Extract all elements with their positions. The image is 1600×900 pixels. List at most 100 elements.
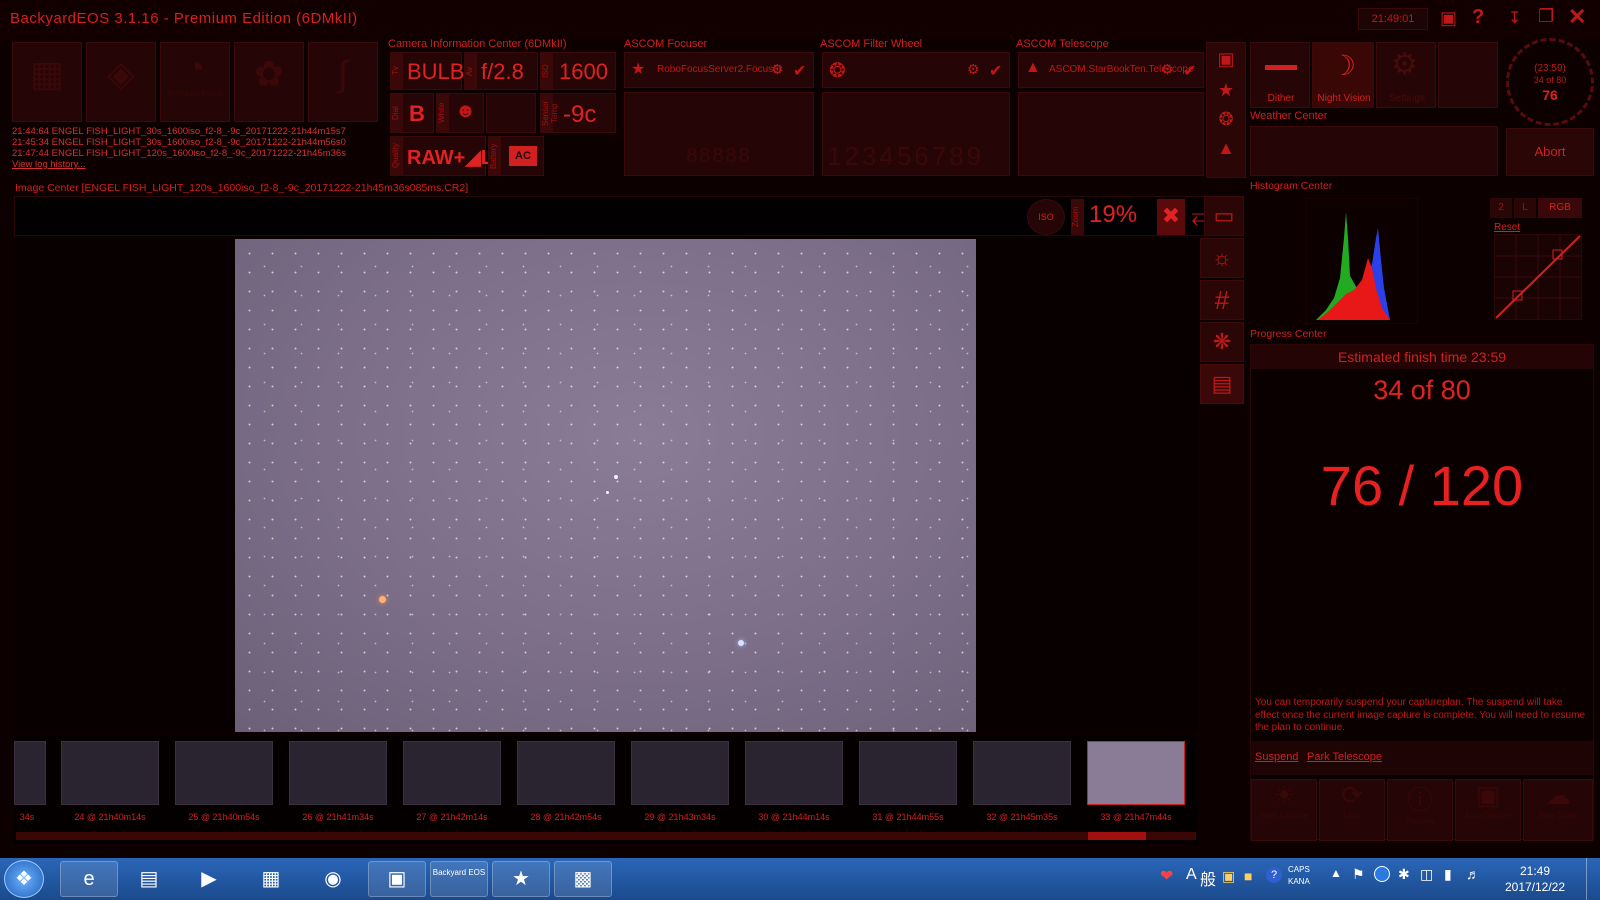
loop-button[interactable]: ⟳ Loop [1319,779,1385,841]
quality-tile[interactable]: Quality RAW+◢L [390,136,493,176]
filter-shortcut-icon[interactable]: ❂ [1207,109,1245,130]
camera-shortcut-icon[interactable]: ▣ [1207,49,1245,70]
action-center-icon[interactable]: ⚑ [1352,866,1365,883]
curve-editor[interactable] [1494,234,1582,320]
histogram-button-rgb[interactable]: RGB [1538,198,1582,218]
camera-icon[interactable]: ▣ [368,861,426,897]
shutter-tile[interactable]: Tv BULB [390,52,464,90]
notification-icon[interactable]: ❤ [1160,866,1173,886]
monitor-icon[interactable]: ▭ [1204,196,1244,236]
minimize-icon[interactable]: ↧ [1508,8,1521,28]
aperture-tile[interactable]: Av f/2.8 [464,52,538,90]
telescope-app-icon[interactable]: ★ [492,861,550,897]
toolbar-button-4[interactable]: ✿ [234,42,304,122]
toolbar-button-1[interactable]: ▦ [12,42,82,122]
night-vision-button[interactable]: ☽ Night Vision [1312,42,1374,108]
close-icon[interactable]: ✕ [1568,4,1586,30]
thumbnail[interactable] [859,741,957,805]
restore-icon[interactable]: ❐ [1538,6,1554,27]
thumbnail-scrollbar[interactable] [16,832,1196,840]
focuser-device-selector[interactable]: ★ RoboFocusServer2.Focuser ⚙ ✔ [624,52,814,88]
iso-tile[interactable]: ISO 1600 [540,52,616,90]
histogram-button-l[interactable]: L [1514,198,1536,218]
filter-wheel-selector[interactable]: ❂ ⚙ ✔ [822,52,1010,88]
internet-explorer-icon[interactable]: e [60,861,118,897]
toolbar-button-5[interactable]: ∫ [308,42,378,122]
dial-mode-tile[interactable]: Dial B [390,93,434,133]
focus-mask-icon[interactable]: ❋ [1200,322,1244,362]
thumbnail[interactable] [973,741,1071,805]
park-telescope-link[interactable]: Park Telescope [1307,751,1382,763]
thumbnail[interactable] [745,741,843,805]
sensor-temp-tile[interactable]: Sensor Temp -9c [540,93,616,133]
app-tray-icon[interactable] [1374,866,1390,882]
image-view-icon[interactable]: ▤ [1200,364,1244,404]
thumbnail[interactable] [403,741,501,805]
log-line: 21:47:44 ENGEL FISH_LIGHT_120s_1600iso_f… [12,148,346,159]
thumbnail[interactable] [289,741,387,805]
calculator-icon[interactable]: ▦ [242,861,300,897]
histogram-button-2[interactable]: 2 [1490,198,1512,218]
start-capture-button[interactable]: ☀ Start Capture [1251,779,1317,841]
ime-mode-kanji[interactable]: 般 [1200,866,1216,890]
ime-help-icon[interactable]: ? [1266,867,1282,883]
lock-icon[interactable]: ▣ [1440,8,1457,29]
start-orb-icon[interactable]: ❖ [4,860,44,898]
focuser-connect-icon[interactable]: ✔ [793,61,806,81]
histogram-reset-link[interactable]: Reset [1494,222,1520,233]
mask-icon[interactable]: ☼ [1200,238,1244,278]
thumbnail[interactable] [175,741,273,805]
captured-image[interactable] [235,239,976,732]
filter-slot-numbers: 123456789 [827,141,985,171]
filter-wheel-connect-icon[interactable]: ✔ [989,61,1002,81]
iso-badge-button[interactable]: ISO [1027,199,1065,235]
grid-icon[interactable]: # [1200,280,1244,320]
telescope-device-selector[interactable]: ▲ ASCOM.StarBookTen.Telescope ⚙ ✔ [1018,52,1204,88]
help-icon[interactable]: ? [1472,6,1484,29]
zoom-fit-icon[interactable]: ✖ [1157,199,1185,235]
thumbnail[interactable] [631,741,729,805]
backyard-eos-icon[interactable]: Backyard EOS [430,861,488,897]
scrollbar-thumb[interactable] [1088,832,1146,840]
weather-display [1250,126,1498,176]
settings-button[interactable]: ⚙ Settings [1376,42,1436,108]
bluetooth-icon[interactable]: ✱ [1398,866,1410,883]
thumbnail[interactable] [14,741,46,805]
dither-button[interactable]: Dither [1250,42,1310,108]
volume-icon[interactable]: ♬ [1466,866,1480,882]
telescope-connect-icon[interactable]: ✔ [1183,61,1196,81]
chrome-icon[interactable]: ◉ [304,861,362,897]
thumbnail-label: 30 @ 21h44m14s [758,812,830,822]
taskbar-time[interactable]: 21:49 [1490,864,1580,878]
filter-wheel-settings-icon[interactable]: ⚙ [967,61,980,78]
ime-tool-icon[interactable]: ▣ [1222,868,1235,885]
premium-focus-button[interactable]: ◔ Premium Focus [160,42,230,122]
camera-info-panel: Camera Information Center (6DMkII) Tv BU… [388,38,618,178]
telescope-shortcut-icon[interactable]: ▲ [1207,138,1245,159]
ime-mode-a[interactable]: A [1186,866,1197,884]
telescope-settings-icon[interactable]: ⚙ [1161,61,1174,78]
take-darks-button[interactable]: ☁ Take Darks [1523,779,1593,841]
thumbnail[interactable] [61,741,159,805]
focuser-settings-icon[interactable]: ⚙ [771,61,784,78]
zoom-value[interactable]: 19% [1089,201,1137,229]
ime-dict-icon[interactable]: ■ [1244,868,1252,884]
device-icon[interactable]: ◫ [1420,866,1433,883]
preview-button[interactable]: ⓘ Preview [1387,779,1453,841]
toolbar-button-2[interactable]: ◈ [86,42,156,122]
show-hidden-icons[interactable]: ▲ [1330,866,1342,880]
abort-button[interactable]: Abort [1506,128,1594,176]
show-desktop-button[interactable] [1586,858,1600,900]
taskbar-date[interactable]: 2017/12/22 [1490,880,1580,894]
auto-capture-button[interactable]: ▣ Auto Capture [1455,779,1521,841]
focuser-shortcut-icon[interactable]: ★ [1207,80,1245,101]
thumbnail-selected[interactable] [1087,741,1185,805]
remote-desktop-icon[interactable]: ▩ [554,861,612,897]
network-icon[interactable]: ▮ [1444,866,1452,883]
white-balance-tile[interactable]: White ☻ [436,93,484,133]
media-player-icon[interactable]: ▶ [180,861,238,897]
thumbnail[interactable] [517,741,615,805]
view-log-history-link[interactable]: View log history... [12,159,382,170]
suspend-link[interactable]: Suspend [1255,751,1298,763]
file-explorer-icon[interactable]: ▤ [120,861,178,897]
